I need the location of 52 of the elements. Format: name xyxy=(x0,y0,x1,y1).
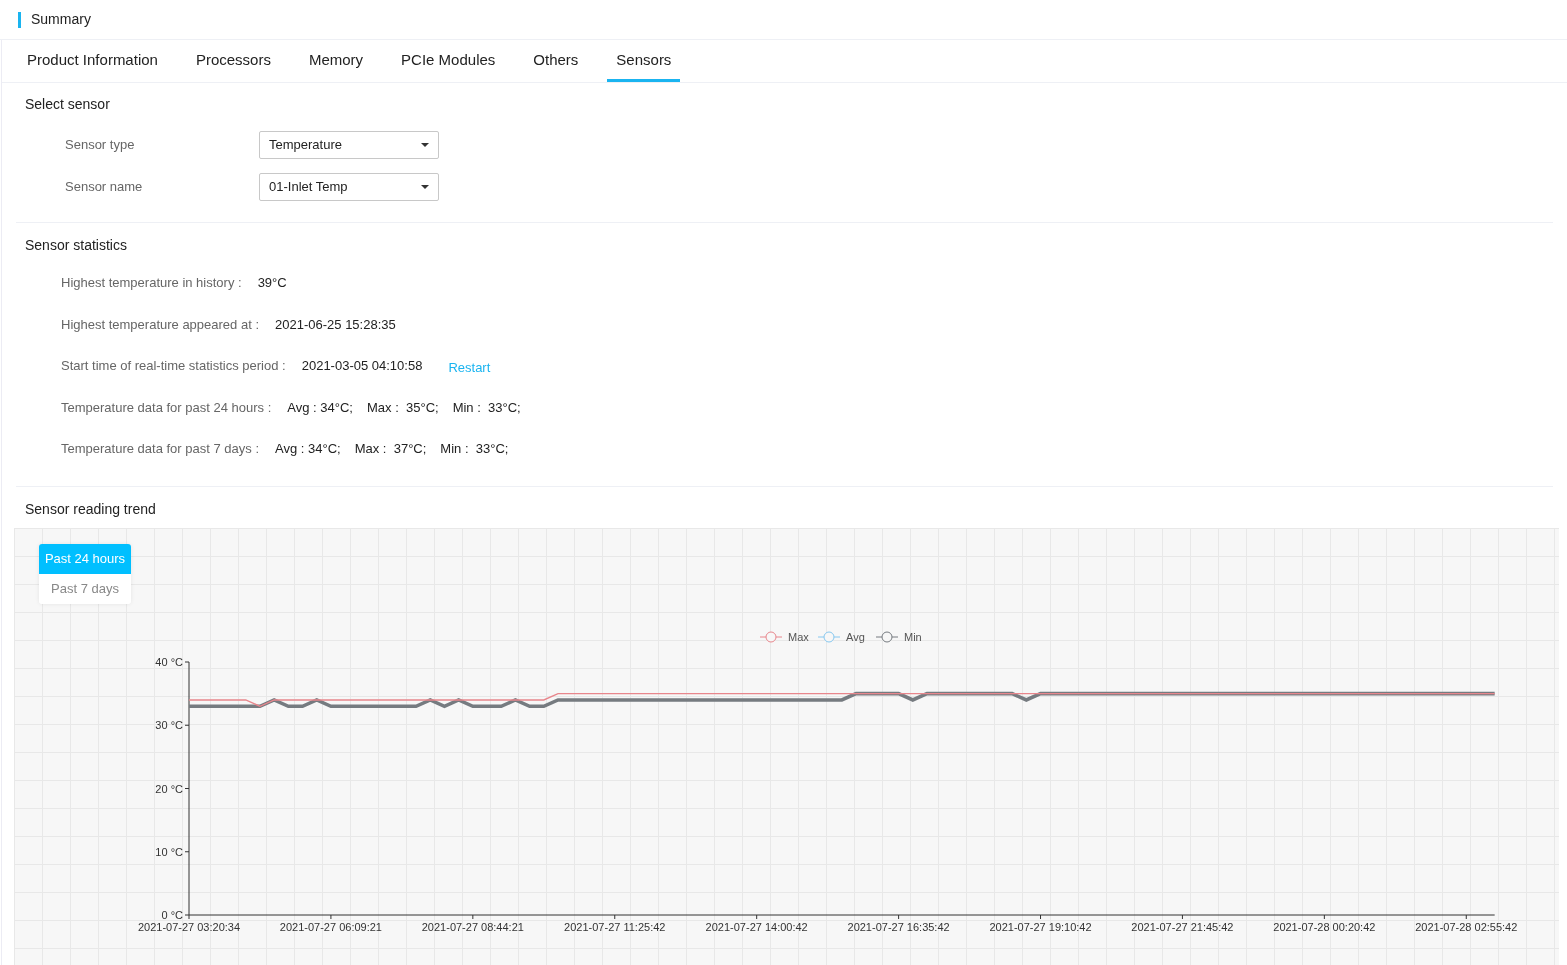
stat-label: Highest temperature appeared at : xyxy=(61,315,259,334)
x-tick-label: 2021-07-27 14:00:42 xyxy=(705,920,808,933)
stat-value: Max : 37°C; xyxy=(354,440,427,458)
x-tick-label: 2021-07-27 06:09:21 xyxy=(279,920,382,933)
stat-label: Temperature data for past 24 hours : xyxy=(61,398,272,417)
legend-label: Avg xyxy=(846,630,865,643)
stat-value: 2021-03-05 04:10:58 xyxy=(301,357,423,375)
legend-label: Max xyxy=(788,630,810,643)
stat-label: Start time of real-time statistics period : xyxy=(61,357,286,375)
caret-icon xyxy=(421,185,429,189)
stat-value: Avg : 34°C; xyxy=(287,398,353,417)
section-title: Select sensor xyxy=(24,95,111,114)
section-title: Sensor reading trend xyxy=(24,499,157,519)
tab[interactable]: Others xyxy=(524,40,588,82)
y-tick-label: 20 °C xyxy=(155,782,183,794)
y-tick-label: 30 °C xyxy=(155,718,183,731)
x-tick-label: 2021-07-27 03:20:34 xyxy=(137,920,241,933)
y-tick-label: 0 °C xyxy=(161,908,183,921)
x-tick-label: 2021-07-27 21:45:42 xyxy=(1131,920,1234,933)
stat-value: 39°C xyxy=(257,274,287,292)
stat-value: 2021-06-25 15:28:35 xyxy=(275,315,396,334)
x-tick-label: 2021-07-28 00:20:42 xyxy=(1273,920,1376,933)
legend-item[interactable]: Max xyxy=(759,630,809,643)
y-tick-label: 10 °C xyxy=(155,845,183,858)
field-label: Sensor type xyxy=(65,136,136,155)
stat-label: Highest temperature in history : xyxy=(61,274,242,292)
stat-value: Avg : 34°C; xyxy=(275,440,341,458)
legend-label: Min xyxy=(904,630,922,643)
section-title: Sensor statistics xyxy=(24,236,128,255)
dropdown[interactable]: 01-Inlet Temp xyxy=(259,173,439,201)
legend-item[interactable]: Min xyxy=(875,630,922,643)
stat-value: Max : 35°C; xyxy=(366,398,439,417)
stat-value: Min : 33°C; xyxy=(440,440,509,458)
x-tick-label: 2021-07-27 16:35:42 xyxy=(847,920,950,933)
page-title: Summary xyxy=(31,10,91,29)
range-option[interactable]: Past 7 days xyxy=(39,573,131,604)
dropdown[interactable]: Temperature xyxy=(259,131,439,159)
legend-item[interactable]: Avg xyxy=(817,630,865,643)
stat-label: Temperature data for past 7 days : xyxy=(61,440,259,458)
tab[interactable]: Memory xyxy=(299,40,373,82)
x-tick-label: 2021-07-28 02:55:42 xyxy=(1415,920,1518,933)
stat-value: Min : 33°C; xyxy=(452,398,521,417)
tab[interactable]: Processors xyxy=(186,40,280,82)
tab[interactable]: Product Information xyxy=(18,40,167,82)
x-tick-label: 2021-07-27 19:10:42 xyxy=(989,920,1092,933)
x-tick-label: 2021-07-27 08:44:21 xyxy=(421,920,524,933)
tab[interactable]: PCIe Modules xyxy=(392,40,505,82)
caret-icon xyxy=(421,143,429,147)
y-tick-label: 40 °C xyxy=(155,655,183,668)
x-tick-label: 2021-07-27 11:25:42 xyxy=(564,920,666,933)
field-label: Sensor name xyxy=(65,178,144,197)
tab[interactable]: Sensors xyxy=(607,40,681,82)
